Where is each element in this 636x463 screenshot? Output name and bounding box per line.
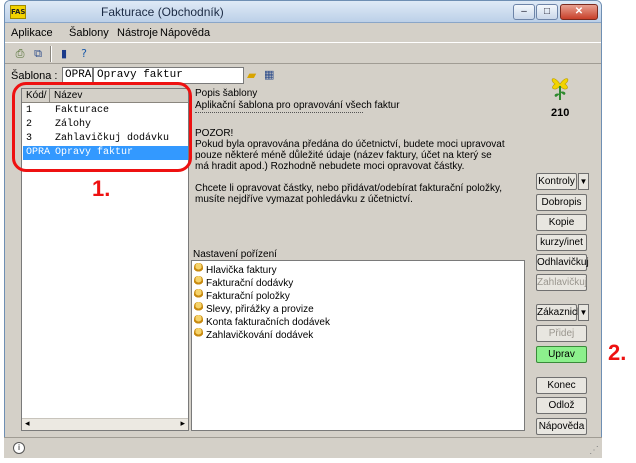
napoveda-button[interactable]: Nápověda bbox=[536, 418, 587, 435]
zakaznicke-button[interactable]: Zákaznické bbox=[536, 304, 588, 321]
close-button[interactable]: ✕ bbox=[560, 4, 598, 20]
settings-bulb-icon bbox=[194, 276, 203, 287]
scroll-left-icon[interactable]: ◂ bbox=[25, 418, 30, 429]
menu-aplikace[interactable]: Aplikace bbox=[11, 27, 53, 39]
resize-grip-icon[interactable]: ⋰ bbox=[589, 445, 599, 456]
info-status-icon[interactable]: i bbox=[13, 442, 25, 454]
kontroly-dropdown-arrow-icon[interactable]: ▼ bbox=[578, 173, 589, 190]
nastaveni-label: Nastavení pořízení bbox=[193, 249, 277, 260]
nastaveni-item[interactable]: Fakturační položky bbox=[194, 289, 290, 302]
window-title: Fakturace (Obchodník) bbox=[101, 5, 224, 19]
print-icon[interactable]: ⎙ bbox=[11, 45, 29, 63]
settings-bulb-icon bbox=[194, 328, 203, 339]
menu-nastroje[interactable]: Nástroje bbox=[117, 27, 158, 39]
nastaveni-list[interactable]: Hlavička faktury Fakturační dodávky Fakt… bbox=[191, 260, 525, 431]
uprav-button[interactable]: Uprav bbox=[536, 346, 587, 363]
dobropis-button[interactable]: Dobropis bbox=[536, 194, 587, 211]
minimize-button[interactable]: – bbox=[513, 4, 535, 20]
settings-bulb-icon bbox=[194, 289, 203, 300]
odhlavickuj-button[interactable]: Odhlavičkuj bbox=[536, 254, 589, 271]
nastaveni-item[interactable]: Zahlavičkování dodávek bbox=[194, 328, 313, 341]
description-line: Chcete li opravovat částky, nebo přidáva… bbox=[195, 183, 503, 194]
folder-open-icon[interactable]: ▰ bbox=[247, 68, 261, 82]
description-line: má hradit apod.) Rozhodně nebudete moci … bbox=[195, 161, 465, 172]
toolbar: ⎙ ⧉ ▮ ? bbox=[5, 42, 601, 64]
zahlavickuj-button[interactable]: Zahlavičkuj bbox=[536, 274, 587, 291]
description-line: musíte nejdříve vymazat pohledávku z úče… bbox=[195, 194, 413, 205]
kontroly-button[interactable]: Kontroly bbox=[536, 173, 577, 190]
description-line: Pokud byla opravována předána do účetnic… bbox=[195, 139, 505, 150]
application-window: FAS Fakturace (Obchodník) – □ ✕ Aplikace… bbox=[4, 0, 602, 458]
status-bar: i ⋰ bbox=[4, 437, 602, 458]
horizontal-scrollbar[interactable]: ◂ ▸ bbox=[22, 418, 188, 430]
exit-door-icon[interactable]: ▮ bbox=[55, 45, 73, 63]
nastaveni-item[interactable]: Hlavička faktury bbox=[194, 263, 277, 276]
toolbar-separator bbox=[50, 46, 52, 62]
scroll-right-icon[interactable]: ▸ bbox=[180, 418, 185, 429]
title-bar[interactable]: FAS Fakturace (Obchodník) – □ ✕ bbox=[5, 1, 601, 23]
description-subtitle: Aplikační šablona pro opravování všech f… bbox=[195, 100, 400, 111]
sablona-label: Šablona : bbox=[11, 70, 58, 82]
settings-bulb-icon bbox=[194, 263, 203, 274]
menu-napoveda[interactable]: Nápověda bbox=[160, 27, 210, 39]
maximize-button[interactable]: □ bbox=[536, 4, 558, 20]
description-line: POZOR! bbox=[195, 128, 234, 139]
annotation-highlight-box bbox=[12, 82, 192, 172]
nastaveni-item[interactable]: Fakturační dodávky bbox=[194, 276, 293, 289]
copy-icon[interactable]: ⧉ bbox=[29, 45, 47, 63]
settings-bulb-icon bbox=[194, 315, 203, 326]
help-icon[interactable]: ? bbox=[75, 45, 93, 63]
annotation-label-2: 2. bbox=[608, 340, 627, 365]
nastaveni-item[interactable]: Slevy, přirážky a provize bbox=[194, 302, 314, 315]
settings-bulb-icon bbox=[194, 302, 203, 313]
emblem-logo-icon bbox=[551, 78, 569, 100]
description-divider bbox=[195, 112, 363, 113]
konec-button[interactable]: Konec bbox=[536, 377, 587, 394]
user-number: 210 bbox=[551, 107, 570, 119]
menu-bar: Aplikace Šablony Nástroje Nápověda bbox=[5, 24, 601, 42]
zakaznicke-dropdown-arrow-icon[interactable]: ▼ bbox=[578, 304, 589, 321]
app-logo-icon: FAS bbox=[10, 5, 26, 19]
kurzy-inet-button[interactable]: kurzy/inet bbox=[536, 234, 587, 251]
menu-sablony[interactable]: Šablony bbox=[69, 27, 109, 39]
annotation-label-1: 1. bbox=[92, 176, 111, 201]
kopie-button[interactable]: Kopie bbox=[536, 214, 587, 231]
grid-settings-icon[interactable]: ▦ bbox=[264, 68, 278, 82]
pridej-button[interactable]: Přidej bbox=[536, 325, 587, 342]
description-title: Popis šablony bbox=[195, 88, 258, 99]
odloz-button[interactable]: Odlož bbox=[536, 397, 587, 414]
description-panel: Popis šablony Aplikační šablona pro opra… bbox=[193, 88, 525, 243]
description-line: pouze některé méně důležité údaje (název… bbox=[195, 150, 492, 161]
nastaveni-item[interactable]: Konta fakturačních dodávek bbox=[194, 315, 330, 328]
